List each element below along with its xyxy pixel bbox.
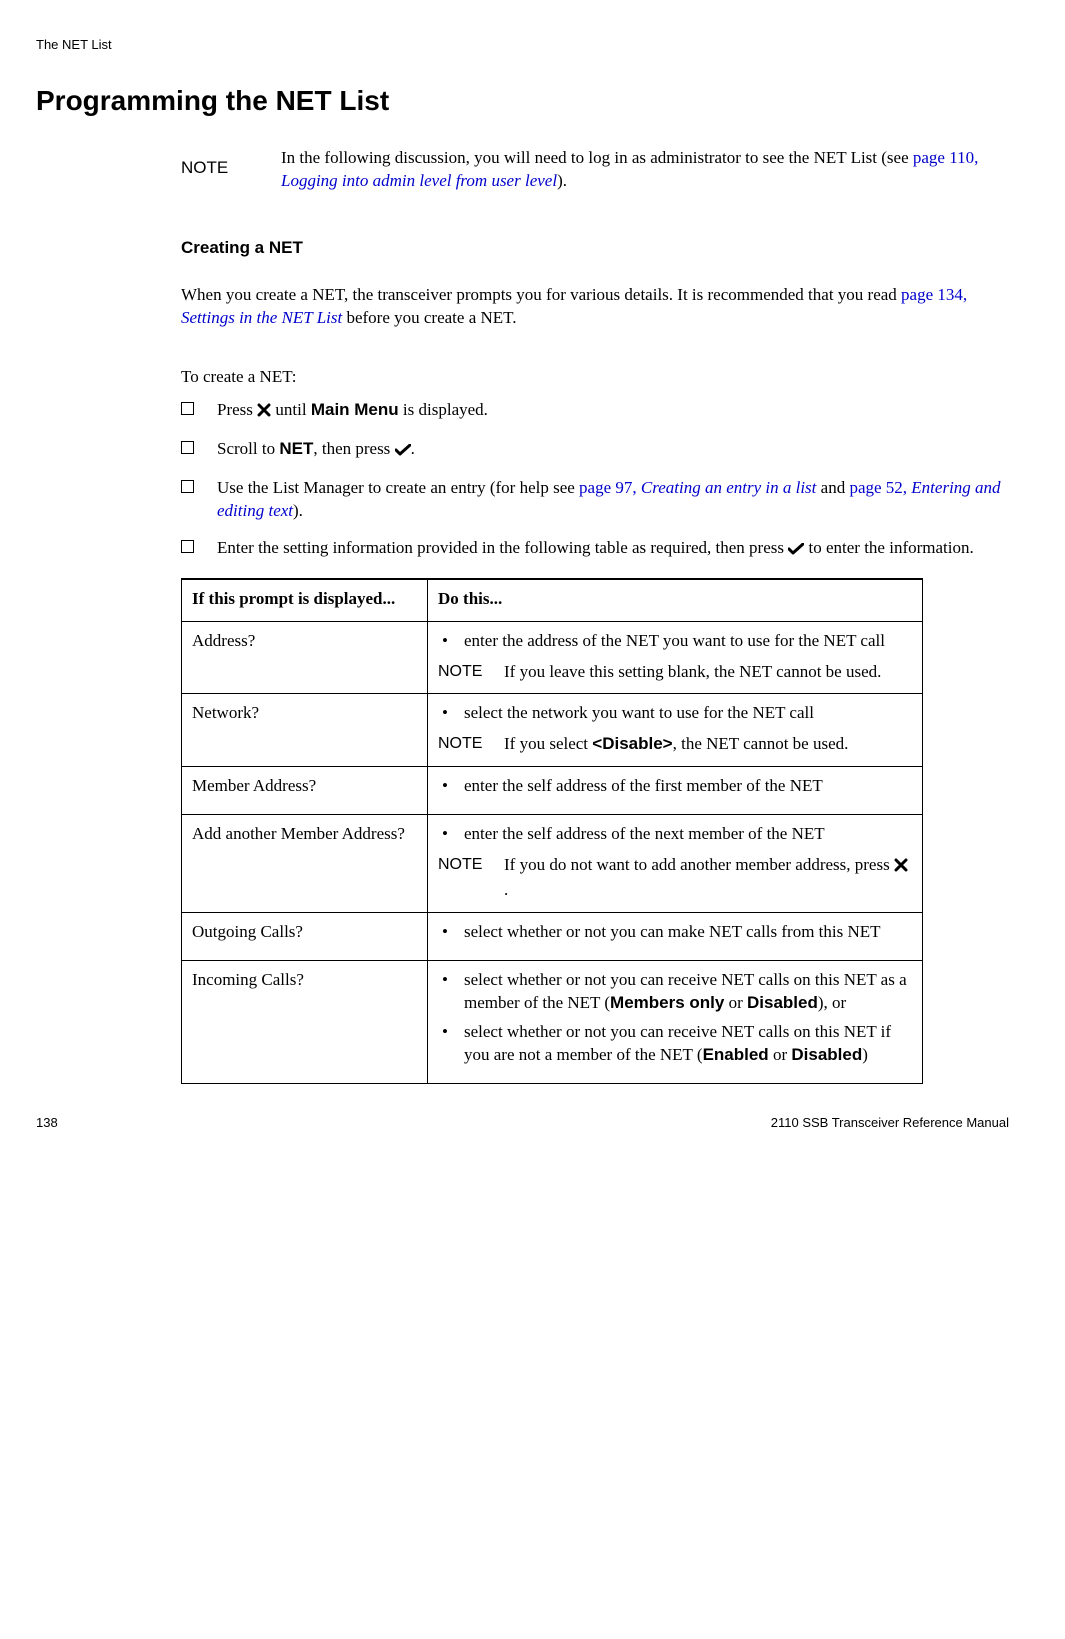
running-head: The NET List: [36, 36, 1009, 54]
action-cell: select the network you want to use for t…: [428, 694, 923, 767]
text: or: [769, 1045, 792, 1064]
ui-label: <Disable>: [592, 734, 672, 753]
prompt-cell: Network?: [182, 694, 428, 767]
text: Press: [217, 400, 257, 419]
list-item: select whether or not you can receive NE…: [438, 969, 912, 1015]
settings-table: If this prompt is displayed... Do this..…: [181, 578, 923, 1084]
text: ).: [293, 501, 303, 520]
xref-page[interactable]: page 110,: [913, 148, 978, 167]
note-label: NOTE: [438, 854, 504, 902]
cell-note: NOTE If you select <Disable>, the NET ca…: [438, 733, 912, 756]
text: or: [724, 993, 747, 1012]
text: In the following discussion, you will ne…: [281, 148, 913, 167]
table-row: Address? enter the address of the NET yo…: [182, 621, 923, 694]
section-title: Programming the NET List: [36, 82, 1009, 120]
col-header-action: Do this...: [428, 579, 923, 621]
text: before you create a NET.: [342, 308, 516, 327]
text: , the NET cannot be used.: [673, 734, 849, 753]
prompt-cell: Incoming Calls?: [182, 961, 428, 1084]
cell-note: NOTE If you leave this setting blank, th…: [438, 661, 912, 684]
ui-label: Main Menu: [311, 400, 399, 419]
text: .: [504, 880, 508, 899]
note-text: If you do not want to add another member…: [504, 854, 912, 902]
list-item: select the network you want to use for t…: [438, 702, 912, 725]
text: to enter the information.: [804, 538, 973, 557]
text: and: [816, 478, 849, 497]
table-header-row: If this prompt is displayed... Do this..…: [182, 579, 923, 621]
action-cell: select whether or not you can receive NE…: [428, 961, 923, 1084]
cell-note: NOTE If you do not want to add another m…: [438, 854, 912, 902]
list-item: select whether or not you can receive NE…: [438, 1021, 912, 1067]
cancel-icon: [257, 401, 271, 424]
table-row: Add another Member Address? enter the se…: [182, 815, 923, 913]
prompt-cell: Address?: [182, 621, 428, 694]
page-number: 138: [36, 1114, 58, 1132]
text: Enter the setting information provided i…: [217, 538, 788, 557]
prompt-cell: Member Address?: [182, 767, 428, 815]
text: Use the List Manager to create an entry …: [217, 478, 579, 497]
action-cell: enter the self address of the next membe…: [428, 815, 923, 913]
xref-page[interactable]: page 52,: [849, 478, 911, 497]
action-cell: enter the self address of the first memb…: [428, 767, 923, 815]
table-row: Outgoing Calls? select whether or not yo…: [182, 913, 923, 961]
subsection-title: Creating a NET: [181, 237, 1009, 260]
body-paragraph: When you create a NET, the transceiver p…: [181, 284, 1009, 330]
ok-icon: [788, 539, 804, 562]
table-row: Incoming Calls? select whether or not yo…: [182, 961, 923, 1084]
page-footer: 138 2110 SSB Transceiver Reference Manua…: [36, 1114, 1009, 1132]
prompt-cell: Outgoing Calls?: [182, 913, 428, 961]
ui-label: Disabled: [791, 1045, 862, 1064]
xref-title[interactable]: Settings in the NET List: [181, 308, 342, 327]
xref-title[interactable]: Creating an entry in a list: [641, 478, 817, 497]
procedure-steps: Press until Main Menu is displayed. Scro…: [181, 399, 1009, 562]
doc-title: 2110 SSB Transceiver Reference Manual: [771, 1114, 1009, 1132]
text: If you do not want to add another member…: [504, 855, 894, 874]
text: , then press: [313, 439, 394, 458]
text: ).: [557, 171, 567, 190]
prompt-cell: Add another Member Address?: [182, 815, 428, 913]
text: Scroll to: [217, 439, 279, 458]
col-header-prompt: If this prompt is displayed...: [182, 579, 428, 621]
list-item: enter the self address of the first memb…: [438, 775, 912, 798]
note-text: If you select <Disable>, the NET cannot …: [504, 733, 912, 756]
step: Use the List Manager to create an entry …: [181, 477, 1009, 523]
text: until: [271, 400, 311, 419]
xref-page[interactable]: page 97,: [579, 478, 641, 497]
table-row: Member Address? enter the self address o…: [182, 767, 923, 815]
ui-label: NET: [279, 439, 313, 458]
action-cell: select whether or not you can make NET c…: [428, 913, 923, 961]
text: ): [862, 1045, 868, 1064]
xref-title[interactable]: Logging into admin level from user level: [281, 171, 557, 190]
ui-label: Disabled: [747, 993, 818, 1012]
note-label: NOTE: [438, 733, 504, 756]
step: Enter the setting information provided i…: [181, 537, 1009, 562]
intro-note: NOTE In the following discussion, you wi…: [181, 147, 1009, 193]
list-item: select whether or not you can make NET c…: [438, 921, 912, 944]
list-item: enter the address of the NET you want to…: [438, 630, 912, 653]
ui-label: Members only: [610, 993, 724, 1012]
ui-label: Enabled: [703, 1045, 769, 1064]
step: Press until Main Menu is displayed.: [181, 399, 1009, 424]
note-text: If you leave this setting blank, the NET…: [504, 661, 912, 684]
step: Scroll to NET, then press .: [181, 438, 1009, 463]
cancel-icon: [894, 856, 908, 879]
text: If you select: [504, 734, 592, 753]
ok-icon: [395, 440, 411, 463]
table-row: Network? select the network you want to …: [182, 694, 923, 767]
list-item: enter the self address of the next membe…: [438, 823, 912, 846]
action-cell: enter the address of the NET you want to…: [428, 621, 923, 694]
text: .: [411, 439, 415, 458]
note-text: In the following discussion, you will ne…: [281, 147, 1009, 193]
note-label: NOTE: [181, 147, 281, 180]
text: When you create a NET, the transceiver p…: [181, 285, 901, 304]
procedure-lead: To create a NET:: [181, 366, 1009, 389]
text: ), or: [818, 993, 846, 1012]
note-label: NOTE: [438, 661, 504, 684]
xref-page[interactable]: page 134,: [901, 285, 967, 304]
text: is displayed.: [399, 400, 488, 419]
